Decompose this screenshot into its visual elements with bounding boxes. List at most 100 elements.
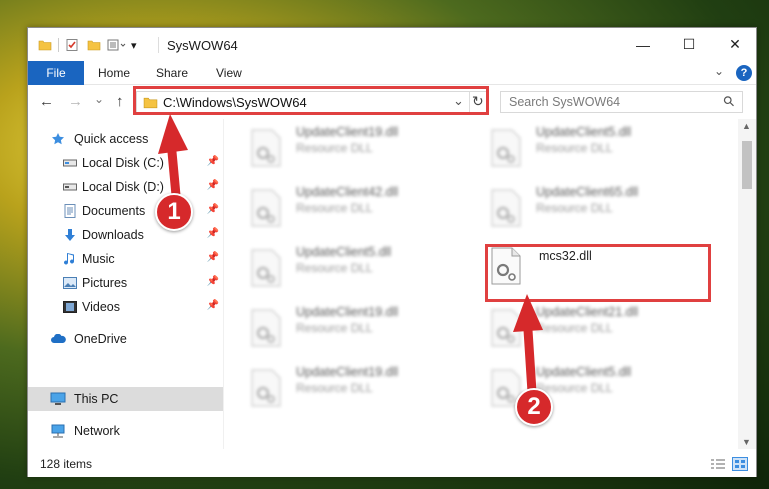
cloud-icon	[50, 331, 66, 347]
dll-file-icon	[251, 309, 281, 347]
vertical-scrollbar[interactable]: ▲ ▼	[738, 119, 756, 449]
folder-icon[interactable]	[38, 38, 52, 52]
star-icon	[50, 131, 66, 147]
sidebar-item-label: This PC	[74, 392, 119, 406]
file-item[interactable]: UpdateClient65.dll Resource DLL	[464, 183, 694, 239]
dll-file-icon	[251, 129, 281, 167]
sidebar-item-network[interactable]: Network	[28, 419, 223, 443]
picture-icon	[62, 275, 78, 291]
file-type: Resource DLL	[536, 201, 613, 215]
quick-access-toolbar: ▾	[38, 37, 137, 53]
tiles-view-icon[interactable]	[732, 457, 748, 471]
properties-icon[interactable]	[65, 38, 79, 52]
scroll-up-icon[interactable]: ▲	[742, 121, 751, 131]
file-item[interactable]: UpdateClient19.dll Resource DLL	[224, 363, 454, 419]
file-type: Resource DLL	[296, 261, 373, 275]
scrollbar-thumb[interactable]	[742, 141, 752, 189]
file-name: UpdateClient19.dll	[296, 305, 399, 319]
sidebar-item-label: Downloads	[82, 228, 144, 242]
details-view-icon[interactable]	[710, 458, 726, 470]
computer-icon	[50, 391, 66, 407]
search-box[interactable]: Search SysWOW64 ⚲	[500, 91, 743, 113]
customize-toolbar-icon[interactable]	[107, 38, 129, 52]
dll-file-icon	[251, 249, 281, 287]
sidebar-item-label: Pictures	[82, 276, 128, 290]
sidebar-item-label: Network	[74, 424, 120, 438]
file-name: UpdateClient5.dll	[296, 245, 392, 259]
dll-file-icon	[491, 189, 521, 227]
sidebar-item-this-pc[interactable]: This PC	[28, 387, 223, 411]
search-placeholder[interactable]: Search SysWOW64	[509, 95, 620, 109]
up-button[interactable]: ↑	[116, 93, 124, 110]
pin-icon[interactable]: 📌	[207, 228, 219, 239]
title-separator	[158, 37, 159, 53]
dll-file-icon	[251, 189, 281, 227]
pin-icon[interactable]: 📌	[207, 156, 219, 167]
file-item[interactable]: UpdateClient5.dll Resource DLL	[224, 243, 454, 299]
sidebar-item-onedrive[interactable]: OneDrive	[28, 327, 223, 351]
ribbon-tabs: File Home Share View ⌄ ?	[28, 61, 756, 85]
file-item[interactable]: UpdateClient19.dll Resource DLL	[224, 123, 454, 179]
sidebar-item-downloads[interactable]: Downloads 📌	[28, 223, 223, 247]
item-count: 128 items	[40, 457, 93, 471]
dll-file-icon	[491, 129, 521, 167]
sidebar-item-label: OneDrive	[74, 332, 127, 346]
file-item[interactable]: UpdateClient5.dll Resource DLL	[464, 363, 694, 419]
download-icon	[62, 227, 78, 243]
sidebar-item-label: Quick access	[74, 132, 149, 146]
arrow-2-icon	[513, 294, 543, 397]
window-title: SysWOW64	[167, 38, 238, 53]
network-icon	[50, 423, 66, 439]
sidebar-item-videos[interactable]: Videos 📌	[28, 295, 223, 319]
tab-share[interactable]: Share	[156, 66, 188, 80]
title-bar: ▾ SysWOW64 — ☐ ✕	[28, 28, 756, 61]
file-name: UpdateClient65.dll	[536, 185, 639, 199]
drive-icon	[62, 179, 78, 195]
file-type: Resource DLL	[296, 141, 373, 155]
file-name: UpdateClient19.dll	[296, 365, 399, 379]
file-name: UpdateClient19.dll	[296, 125, 399, 139]
file-type: Resource DLL	[296, 201, 373, 215]
file-type: Resource DLL	[296, 381, 373, 395]
sidebar-item-pictures[interactable]: Pictures 📌	[28, 271, 223, 295]
pin-icon[interactable]: 📌	[207, 204, 219, 215]
forward-button[interactable]: →	[68, 93, 83, 110]
tab-home[interactable]: Home	[98, 66, 130, 80]
file-item[interactable]: UpdateClient21.dll Resource DLL	[464, 303, 694, 359]
tab-file[interactable]: File	[28, 61, 84, 85]
address-bar-highlight	[133, 86, 489, 115]
recent-locations-button[interactable]: ⌄	[94, 92, 104, 106]
file-item[interactable]: UpdateClient19.dll Resource DLL	[224, 303, 454, 359]
file-item[interactable]: UpdateClient5.dll Resource DLL	[464, 123, 694, 179]
drive-icon	[62, 155, 78, 171]
maximize-button[interactable]: ☐	[666, 28, 712, 61]
status-bar: 128 items	[28, 449, 756, 477]
dll-file-icon	[251, 369, 281, 407]
new-folder-icon[interactable]	[87, 38, 101, 52]
help-icon[interactable]: ?	[736, 65, 752, 81]
toolbar-separator	[58, 38, 59, 52]
tab-view[interactable]: View	[216, 66, 242, 80]
file-name: UpdateClient5.dll	[536, 125, 632, 139]
file-name: UpdateClient42.dll	[296, 185, 399, 199]
search-icon[interactable]: ⚲	[719, 92, 738, 111]
back-button[interactable]: ←	[39, 93, 54, 110]
music-icon	[62, 251, 78, 267]
file-type: Resource DLL	[296, 321, 373, 335]
video-icon	[62, 299, 78, 315]
pin-icon[interactable]: 📌	[207, 276, 219, 287]
file-type: Resource DLL	[536, 141, 613, 155]
pin-icon[interactable]: 📌	[207, 300, 219, 311]
sidebar-item-music[interactable]: Music 📌	[28, 247, 223, 271]
pin-icon[interactable]: 📌	[207, 252, 219, 263]
sidebar-item-label: Videos	[82, 300, 120, 314]
sidebar-item-label: Documents	[82, 204, 146, 218]
close-button[interactable]: ✕	[712, 28, 758, 61]
pin-icon[interactable]: 📌	[207, 180, 219, 191]
scroll-down-icon[interactable]: ▼	[742, 437, 751, 447]
file-item[interactable]: UpdateClient42.dll Resource DLL	[224, 183, 454, 239]
minimize-button[interactable]: —	[620, 28, 666, 61]
toolbar-dropdown-icon[interactable]: ▾	[131, 39, 137, 52]
ribbon-expand-icon[interactable]: ⌄	[714, 64, 724, 78]
step-1-badge: 1	[155, 193, 193, 231]
